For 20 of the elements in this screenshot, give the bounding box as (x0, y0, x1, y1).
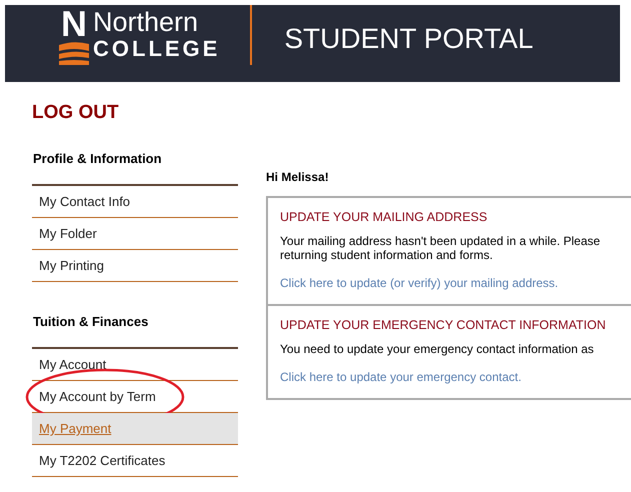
notice-link[interactable]: Click here to update your emergency contact. (280, 368, 522, 386)
portal-title: STUDENT PORTAL (284, 22, 534, 56)
notice-title: UPDATE YOUR MAILING ADDRESS (280, 209, 488, 226)
greeting: Hi Melissa! (266, 169, 330, 186)
logo-name: Northern (93, 7, 200, 37)
logo-letter: N (61, 7, 87, 41)
notice-title: UPDATE YOUR EMERGENCY CONTACT INFORMATION (280, 316, 607, 334)
section-heading: Tuition & Finances (32, 313, 150, 331)
section-heading: Profile & Information (32, 150, 163, 168)
sidebar-item[interactable]: My Folder (32, 218, 238, 250)
notice-text: Your mailing address hasn't been updated in a while. Please returning student information and forms. (280, 234, 602, 262)
sidebar-item[interactable]: My T2202 Certificates (32, 445, 238, 477)
sidebar-item[interactable]: My Contact Info (32, 186, 238, 218)
notice-text: You need to update your emergency contact information as (280, 342, 595, 356)
logo-subtitle: COLLEGE (93, 37, 220, 61)
logout-link[interactable]: LOG OUT (32, 102, 119, 124)
logo-stripes-icon (59, 41, 89, 65)
notice-link[interactable]: Click here to update (or verify) your mailing address. (280, 274, 558, 292)
sidebar-item[interactable]: My Printing (32, 250, 238, 282)
sidebar-item[interactable]: My Account (32, 349, 238, 381)
